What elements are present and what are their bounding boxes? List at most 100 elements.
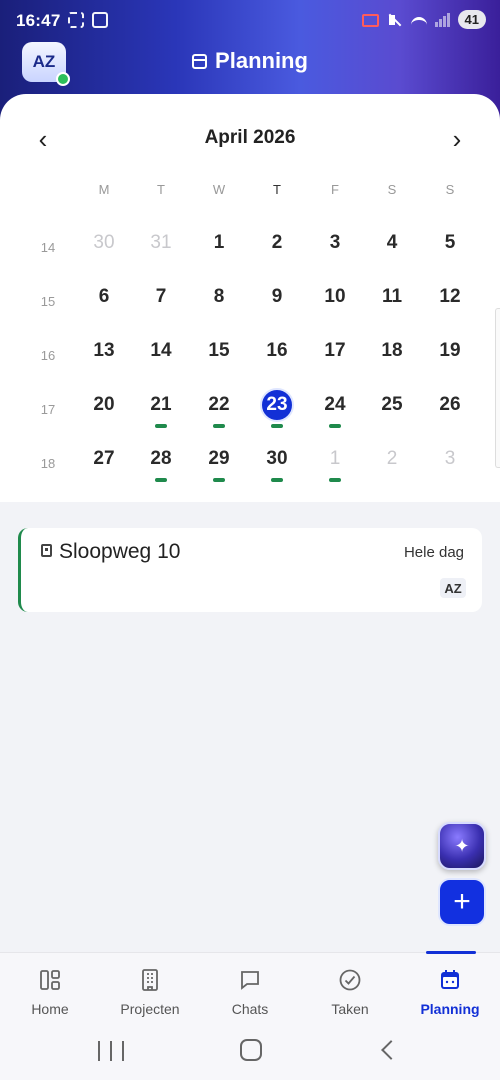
calendar-day[interactable]: 24 [313,388,357,432]
event-card[interactable]: Sloopweg 10 Hele dag AZ [18,528,482,612]
day-number: 25 [381,394,403,415]
calendar-day[interactable]: 30 [255,442,299,486]
events-list: Sloopweg 10 Hele dag AZ [0,502,500,952]
calendar-day[interactable]: 10 [313,280,357,324]
wifi-icon [410,16,427,27]
day-number: 16 [266,340,288,361]
day-number: 1 [213,232,225,253]
calendar-day[interactable]: 3 [313,226,357,270]
calendar-day[interactable]: 2 [370,442,414,486]
calendar-icon [192,53,208,69]
add-button[interactable]: + [438,878,486,926]
calendar-day[interactable]: 19 [428,334,472,378]
ai-assistant-button[interactable]: ✦ [438,822,486,870]
cast-icon [361,14,379,27]
calendar-day[interactable]: 27 [82,442,126,486]
day-number: 29 [208,448,230,469]
calendar-day[interactable]: 9 [255,280,299,324]
day-number: 3 [329,232,341,253]
calendar-day[interactable]: 29 [197,442,241,486]
day-number: 1 [329,448,341,469]
calendar-day[interactable]: 8 [197,280,241,324]
nav-label: Projecten [120,1001,180,1017]
event-time: Hele dag [403,544,464,561]
nav-item-chats[interactable]: Chats [200,953,300,1027]
day-number: 3 [444,448,456,469]
calendar-day[interactable]: 1 [313,442,357,486]
active-tab-indicator [426,951,476,954]
weekday-label: M [98,182,110,197]
plus-icon: + [453,885,471,918]
presence-indicator [56,72,70,86]
calendar-day[interactable]: 17 [313,334,357,378]
screen-record-icon [92,12,108,28]
page-title: Planning [215,48,308,73]
event-marker [213,478,225,482]
calendar-day[interactable]: 14 [139,334,183,378]
event-marker [329,478,341,482]
day-number: 30 [266,448,288,469]
screenshot-icon [68,12,84,28]
weekday-label: T [157,182,165,197]
sparkle-icon: ✦ [454,835,470,856]
back-button[interactable] [381,1040,401,1060]
calendar-day[interactable]: 15 [197,334,241,378]
calendar-day-selected[interactable]: 23 [255,388,299,432]
calendar-day[interactable]: 11 [370,280,414,324]
week-number: 17 [40,402,56,417]
app-header: AZ Planning [0,38,500,88]
chat-icon [237,967,263,993]
calendar-day[interactable]: 6 [82,280,126,324]
day-number: 18 [381,340,403,361]
event-marker [213,424,225,428]
home-button[interactable] [240,1039,262,1061]
calendar-day[interactable]: 22 [197,388,241,432]
recents-button[interactable] [98,1038,124,1064]
nav-item-taken[interactable]: Taken [300,953,400,1027]
signal-icon [434,12,450,27]
calendar-icon [437,967,463,993]
week-number: 16 [40,348,56,363]
event-marker [271,478,283,482]
calendar-day[interactable]: 25 [370,388,414,432]
day-number: 4 [386,232,398,253]
calendar-day[interactable]: 4 [370,226,414,270]
calendar-day[interactable]: 5 [428,226,472,270]
calendar-day[interactable]: 3 [428,442,472,486]
day-number: 19 [439,340,461,361]
day-number: 8 [213,286,225,307]
calendar-day[interactable]: 13 [82,334,126,378]
day-number: 23 [260,388,294,422]
calendar-day[interactable]: 20 [82,388,126,432]
nav-item-planning[interactable]: Planning [400,951,500,1027]
week-row: 14 30 31 1 2 3 4 5 [0,230,500,284]
day-number: 21 [150,394,172,415]
calendar-day[interactable]: 26 [428,388,472,432]
calendar-day[interactable]: 28 [139,442,183,486]
day-number: 27 [93,448,115,469]
calendar-day[interactable]: 31 [139,226,183,270]
calendar-day[interactable]: 21 [139,388,183,432]
day-number: 2 [386,448,398,469]
day-number: 2 [271,232,283,253]
day-number: 10 [324,286,346,307]
next-month-button[interactable]: › [442,124,472,154]
day-number: 30 [93,232,115,253]
calendar-day[interactable]: 18 [370,334,414,378]
calendar-day[interactable]: 12 [428,280,472,324]
day-number: 28 [150,448,172,469]
event-marker [271,424,283,428]
nav-item-home[interactable]: Home [0,953,100,1027]
bottom-navigation: Home Projecten Chats Taken Planning [0,951,500,1027]
calendar-day[interactable]: 7 [139,280,183,324]
weekday-label: S [445,182,455,197]
calendar-day[interactable]: 16 [255,334,299,378]
event-marker [155,424,167,428]
week-row: 17 20 21 22 23 24 25 26 [0,388,500,446]
calendar-day[interactable]: 2 [255,226,299,270]
calendar-day[interactable]: 1 [197,226,241,270]
nav-item-projecten[interactable]: Projecten [100,953,200,1027]
calendar-day[interactable]: 30 [82,226,126,270]
scrollbar[interactable] [495,308,500,468]
day-number: 14 [150,340,172,361]
